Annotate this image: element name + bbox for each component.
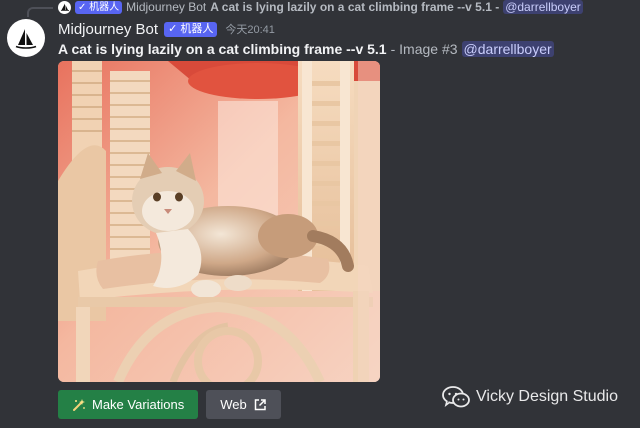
username[interactable]: Midjourney Bot xyxy=(58,21,158,38)
bot-tag: ✓ 机器人 xyxy=(164,21,218,37)
message-content: A cat is lying lazily on a cat climbing … xyxy=(58,39,554,59)
reply-avatar-icon xyxy=(58,0,71,14)
external-link-icon xyxy=(254,398,266,410)
cat-image xyxy=(58,61,380,382)
watermark: Vicky Design Studio xyxy=(442,384,618,410)
image-index: - Image #3 xyxy=(390,41,458,57)
wechat-icon xyxy=(442,386,470,408)
message-header: Midjourney Bot ✓ 机器人 今天20:41 xyxy=(58,19,275,39)
magic-wand-icon xyxy=(73,398,85,411)
avatar[interactable] xyxy=(7,19,45,57)
make-variations-label: Make Variations xyxy=(92,397,185,412)
user-mention[interactable]: @darrellboyer xyxy=(461,41,554,57)
reply-author[interactable]: Midjourney Bot xyxy=(126,0,206,14)
reply-bot-tag: ✓ 机器人 xyxy=(75,0,123,14)
web-button[interactable]: Web xyxy=(206,390,281,419)
reply-text[interactable]: A cat is lying lazily on a cat climbing … xyxy=(210,0,499,14)
timestamp: 今天20:41 xyxy=(225,24,275,36)
watermark-text: Vicky Design Studio xyxy=(476,388,618,405)
web-label: Web xyxy=(220,397,247,412)
action-buttons: Make Variations Web xyxy=(58,390,281,419)
generated-image[interactable] xyxy=(58,61,380,382)
reply-reference[interactable]: ✓ 机器人 Midjourney Bot A cat is lying lazi… xyxy=(0,0,640,14)
prompt-text: A cat is lying lazily on a cat climbing … xyxy=(58,41,387,57)
make-variations-button[interactable]: Make Variations xyxy=(58,390,199,419)
reply-mention[interactable]: @darrellboyer xyxy=(503,0,583,14)
midjourney-sailboat-icon xyxy=(15,29,37,49)
